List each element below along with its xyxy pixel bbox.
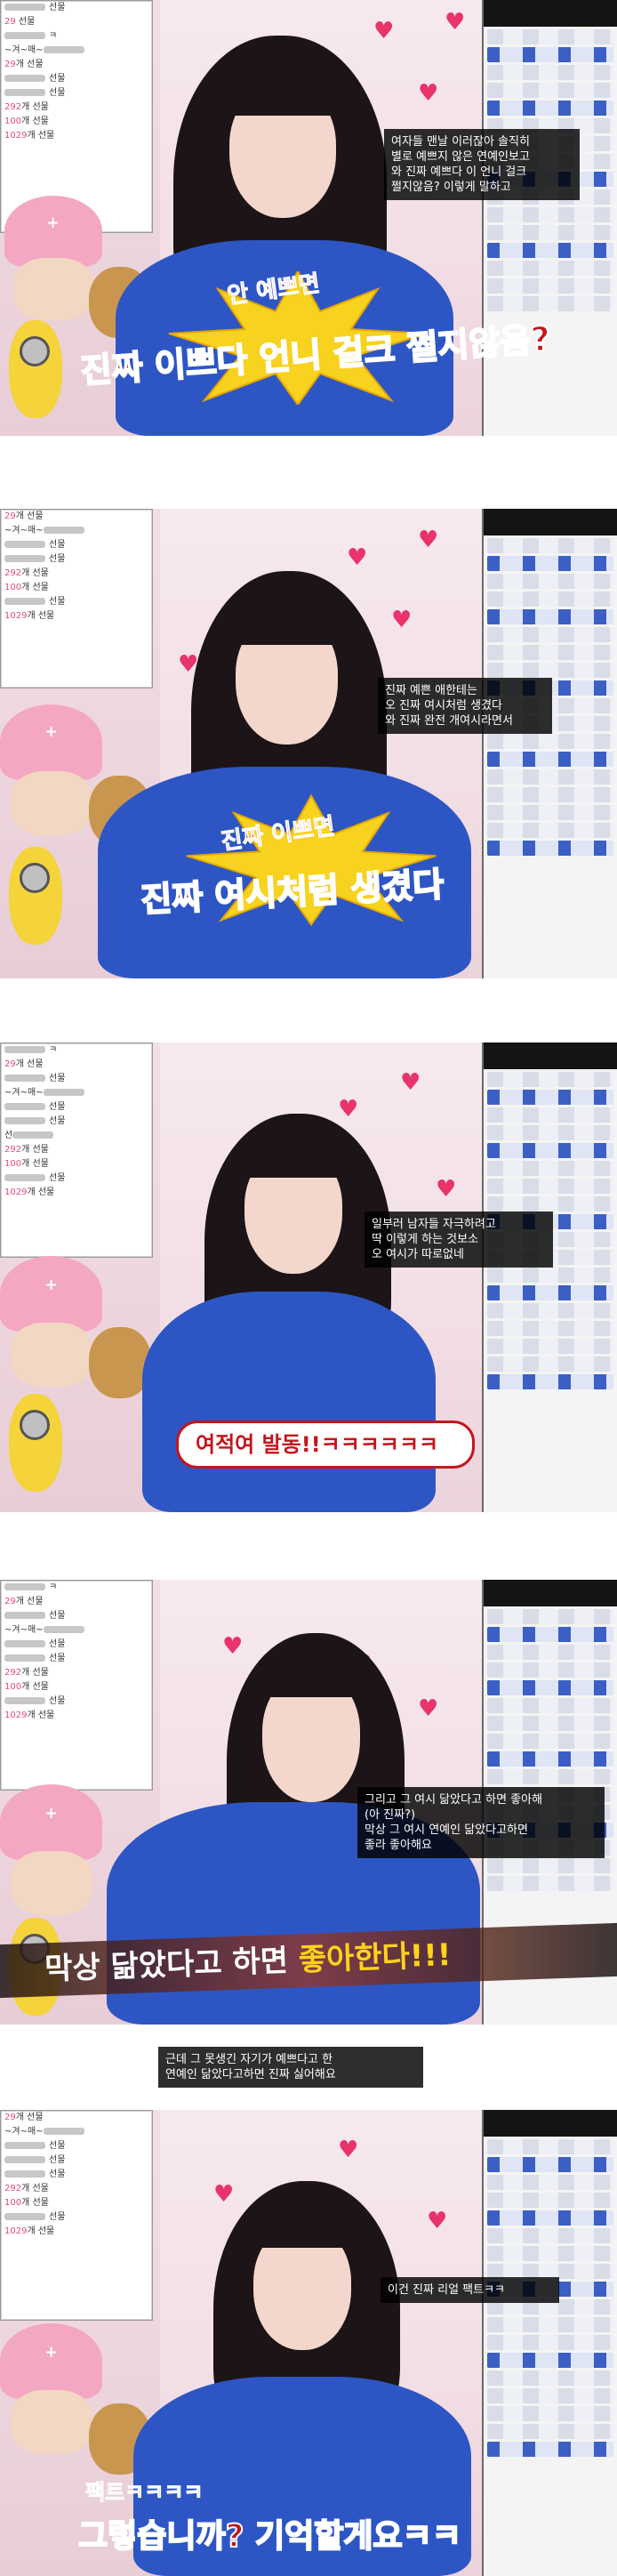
donation-list: 29개 선물 ~겨~매~ 선물 선물 292개 선물 100개 선물 선물 10… — [0, 509, 153, 688]
donation-list: ㅋ 29개 선물 선물 ~겨~매~ 선물 선물 선 292개 선물 100개 선… — [0, 1042, 153, 1258]
donation-list: 29개 선물 ~겨~매~ 선물 선물 선물 292개 선물 100개 선물 선물… — [0, 2110, 153, 2321]
caption-between: 근데 그 못생긴 자기가 예쁘다고 한 연예인 닮았다고하면 진짜 싫어해요 — [158, 2047, 423, 2088]
chat-sidebar — [482, 0, 617, 436]
donation-list: ㅋ 29개 선물 선물 ~겨~매~ 선물 선물 292개 선물 100개 선물 … — [0, 1580, 153, 1791]
chat-sidebar — [482, 1042, 617, 1512]
minion-toy — [9, 320, 62, 418]
title-big-part-a: 막상 닮았다고 하면 — [44, 1943, 300, 1987]
caption: 진짜 예쁜 애한테는 오 진짜 여시처럼 생겼다 와 진짜 완전 개여시라면서 — [378, 678, 552, 734]
video-frame-3: ♥♥ ♥♥ ㅋ 29개 선물 선물 ~겨~매~ 선물 선물 선 292개 선물 … — [0, 1042, 617, 1512]
video-frame-1: ♥♥ ♥♥ 선물 29 선물 ㅋ ~겨~매~ 29개 선물 선물 선물 292개… — [0, 0, 617, 436]
caption: 여자들 맨날 이러잖아 솔직히 별로 예쁘지 않은 연예인보고 와 진짜 예쁘다… — [384, 129, 580, 200]
donation-list: 선물 29 선물 ㅋ ~겨~매~ 29개 선물 선물 선물 292개 선물 10… — [0, 0, 153, 233]
minion-toy — [9, 1394, 62, 1492]
caption: 그리고 그 여시 닮았다고 하면 좋아해 (아 진짜?) 막상 그 여시 연예인… — [357, 1787, 605, 1858]
chat-sidebar — [482, 509, 617, 978]
caption: 이건 진짜 리얼 팩트ㅋㅋ — [381, 2277, 559, 2303]
caption: 일부러 남자들 자극하려고 딱 이렇게 하는 것보소 오 여시가 따로없네 — [365, 1212, 553, 1268]
title-big: 그렇습니까? 기억할게요ㅋㅋ — [77, 2517, 462, 2556]
video-frame-5: ♥ ♥ ♥ 29개 선물 ~겨~매~ 선물 선물 선물 292개 선물 100개 … — [0, 2110, 617, 2576]
video-frame-2: ♥ ♥ ♥ ♥ 29개 선물 ~겨~매~ 선물 선물 292개 선물 100개 선물… — [0, 509, 617, 978]
minion-toy — [9, 847, 62, 945]
title-big-part-b: 좋아한다!!! — [298, 1937, 453, 1978]
title-big: 여적여 발동!!ㅋㅋㅋㅋㅋㅋ — [196, 1432, 439, 1457]
title-small: 팩트ㅋㅋㅋㅋ — [84, 2480, 204, 2506]
video-frame-4: ♥♥ ♥ ㅋ 29개 선물 선물 ~겨~매~ 선물 선물 292개 선물 100… — [0, 1580, 617, 2025]
chat-sidebar — [482, 2110, 617, 2576]
